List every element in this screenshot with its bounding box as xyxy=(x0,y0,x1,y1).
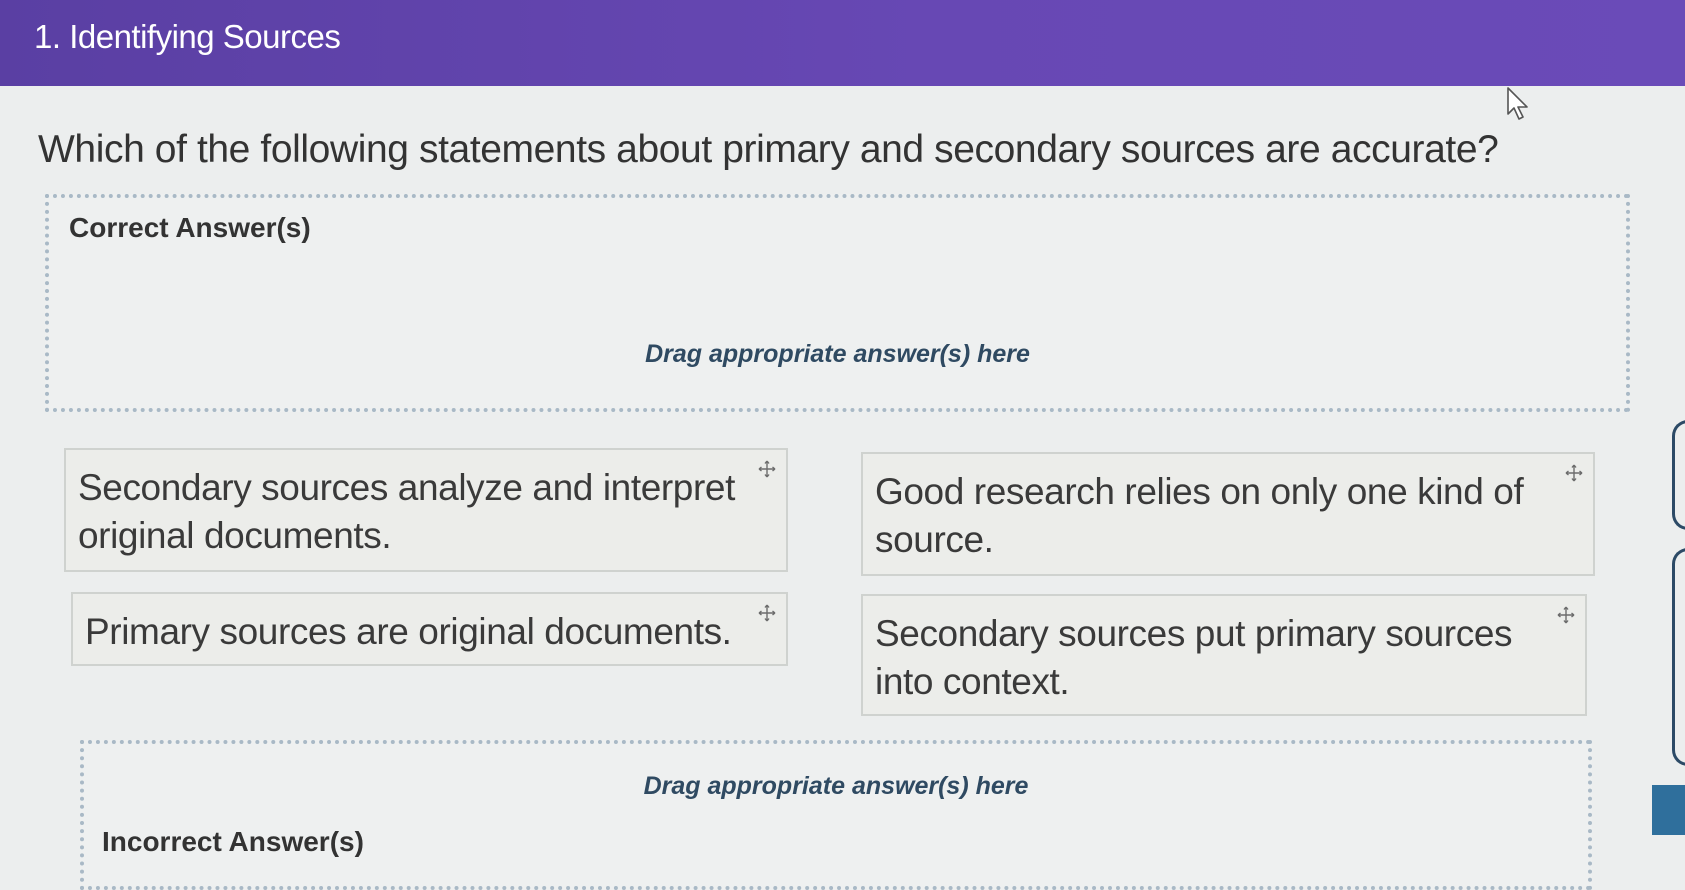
correct-answers-title: Correct Answer(s) xyxy=(69,212,311,243)
move-icon xyxy=(1565,464,1583,482)
answer-card-text: Primary sources are original documents. xyxy=(85,611,732,652)
side-panel-edge[interactable] xyxy=(1672,548,1685,766)
incorrect-drop-hint: Drag appropriate answer(s) here xyxy=(643,772,1029,800)
answer-card-secondary-analyze[interactable]: Secondary sources analyze and interpret … xyxy=(64,448,788,572)
answer-card-one-kind[interactable]: Good research relies on only one kind of… xyxy=(861,452,1595,576)
answer-card-text: Good research relies on only one kind of… xyxy=(875,471,1524,560)
answer-card-primary-original[interactable]: Primary sources are original documents. xyxy=(71,592,788,666)
answer-card-text: Secondary sources put primary sources in… xyxy=(875,613,1513,702)
incorrect-answers-dropzone[interactable]: Drag appropriate answer(s) here Incorrec… xyxy=(80,740,1592,890)
question-header: 1. Identifying Sources xyxy=(0,0,1685,86)
question-number-title: 1. Identifying Sources xyxy=(34,18,341,55)
side-panel-edge[interactable] xyxy=(1672,420,1685,530)
side-nav-tab[interactable] xyxy=(1652,785,1685,835)
question-text: Which of the following statements about … xyxy=(38,128,1499,171)
move-icon xyxy=(758,604,776,622)
answer-card-secondary-context[interactable]: Secondary sources put primary sources in… xyxy=(861,594,1587,716)
move-icon xyxy=(1557,606,1575,624)
incorrect-answers-title: Incorrect Answer(s) xyxy=(102,826,364,857)
mouse-cursor-icon xyxy=(1507,87,1528,120)
answer-card-text: Secondary sources analyze and interpret … xyxy=(78,467,735,556)
move-icon xyxy=(758,460,776,478)
correct-answers-dropzone[interactable]: Correct Answer(s) Drag appropriate answe… xyxy=(45,194,1630,412)
correct-drop-hint: Drag appropriate answer(s) here xyxy=(645,340,1030,368)
